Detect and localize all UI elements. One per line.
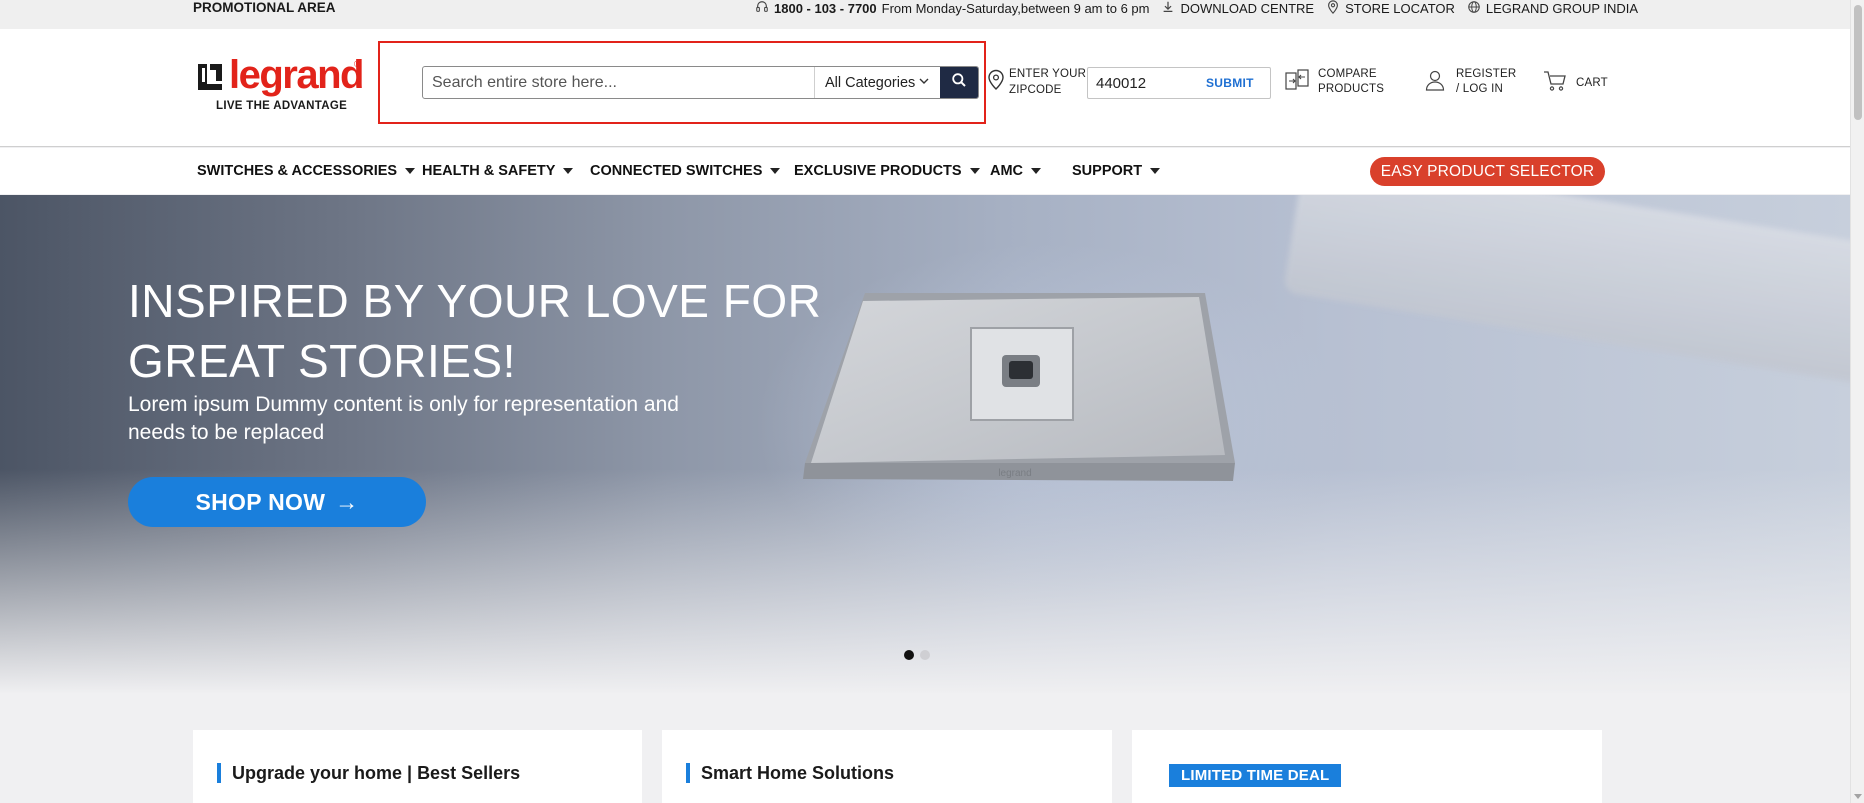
top-bar: PROMOTIONAL AREA 1800 - 103 - 7700 From … — [0, 0, 1864, 29]
site-header: legrand ® LIVE THE ADVANTAGE All Categor… — [0, 29, 1850, 147]
compare-products-link[interactable]: COMPARE PRODUCTS — [1284, 67, 1384, 98]
registered-mark: ® — [354, 59, 361, 69]
search-input[interactable] — [423, 67, 815, 98]
caret-down-icon — [770, 168, 781, 174]
zipcode-submit-button[interactable]: SUBMIT — [1206, 76, 1254, 90]
main-navigation: SWITCHES & ACCESSORIES HEALTH & SAFETY C… — [0, 148, 1850, 194]
search-bar: All Categories — [422, 66, 979, 99]
hero-title: INSPIRED BY YOUR LOVE FOR GREAT STORIES! — [128, 275, 822, 387]
svg-text:legrand: legrand — [998, 468, 1031, 479]
shop-now-button[interactable]: SHOP NOW → — [128, 477, 426, 527]
cart-link[interactable]: CART — [1542, 68, 1608, 99]
shop-now-label: SHOP NOW — [195, 488, 326, 515]
user-icon — [1422, 67, 1448, 98]
zipcode-input[interactable] — [1088, 74, 1206, 92]
limited-time-deal-badge: LIMITED TIME DEAL — [1169, 764, 1342, 787]
search-icon — [951, 72, 967, 93]
nav-item-amc[interactable]: AMC — [990, 163, 1072, 179]
scrollbar-thumb[interactable] — [1854, 5, 1862, 120]
nav-item-switches[interactable]: SWITCHES & ACCESSORIES — [197, 163, 422, 179]
group-india-link[interactable]: LEGRAND GROUP INDIA — [1467, 0, 1638, 17]
store-locator-link[interactable]: STORE LOCATOR — [1326, 0, 1455, 17]
nav-items: SWITCHES & ACCESSORIES HEALTH & SAFETY C… — [197, 148, 1162, 194]
best-sellers-card: Upgrade your home | Best Sellers — [193, 730, 642, 803]
cart-label: CART — [1576, 77, 1608, 89]
logo-tagline: LIVE THE ADVANTAGE — [216, 100, 348, 112]
download-icon — [1161, 0, 1175, 17]
promotional-area: PROMOTIONAL AREA — [193, 0, 336, 15]
hero-subtitle: Lorem ipsum Dummy content is only for re… — [128, 393, 679, 444]
caret-down-icon — [1150, 168, 1161, 174]
hero-background-object — [1282, 195, 1850, 393]
scroll-down-arrow-icon[interactable] — [1854, 794, 1862, 799]
register-login-label: REGISTER / LOG IN — [1456, 68, 1517, 95]
smart-home-card: Smart Home Solutions — [662, 730, 1112, 803]
nav-item-support[interactable]: SUPPORT — [1072, 163, 1162, 179]
hero-banner: legrand INSPIRED BY YOUR LOVE FOR GREAT … — [0, 195, 1850, 693]
caret-down-icon — [969, 168, 980, 174]
headset-icon — [755, 0, 769, 17]
caret-down-icon — [1031, 168, 1042, 174]
chevron-down-icon — [918, 75, 930, 91]
caret-down-icon — [563, 168, 574, 174]
smart-home-title: Smart Home Solutions — [686, 763, 894, 783]
compare-products-label: COMPARE PRODUCTS — [1318, 68, 1385, 95]
easy-product-selector-button[interactable]: EASY PRODUCT SELECTOR — [1370, 157, 1605, 186]
download-centre-label: DOWNLOAD CENTRE — [1180, 0, 1315, 16]
nav-item-health-safety[interactable]: HEALTH & SAFETY — [422, 163, 590, 179]
helpline: 1800 - 103 - 7700 From Monday-Saturday,b… — [755, 0, 1149, 17]
top-bar-links: 1800 - 103 - 7700 From Monday-Saturday,b… — [755, 0, 1638, 16]
helpline-hours: From Monday-Saturday,between 9 am to 6 p… — [881, 0, 1150, 16]
group-india-label: LEGRAND GROUP INDIA — [1485, 0, 1639, 16]
arrow-right-icon: → — [335, 488, 359, 515]
nav-item-exclusive-products[interactable]: EXCLUSIVE PRODUCTS — [794, 163, 990, 179]
carousel-dot-2[interactable] — [920, 650, 930, 660]
nav-item-connected-switches[interactable]: CONNECTED SWITCHES — [590, 163, 794, 179]
register-login-link[interactable]: REGISTER / LOG IN — [1422, 67, 1516, 98]
category-select-value: All Categories — [825, 74, 916, 91]
cart-icon — [1542, 68, 1568, 99]
store-locator-label: STORE LOCATOR — [1345, 0, 1455, 16]
page-scrollbar[interactable] — [1850, 0, 1864, 803]
zipcode-label-group: ENTER YOUR ZIPCODE — [987, 66, 1086, 98]
limited-deal-card: LIMITED TIME DEAL — [1132, 730, 1602, 803]
switch-plate-image: legrand — [803, 293, 1235, 481]
compare-icon — [1284, 67, 1310, 98]
logo-mark-icon — [196, 62, 224, 92]
location-pin-icon — [987, 66, 1005, 96]
helpline-number[interactable]: 1800 - 103 - 7700 — [774, 1, 877, 16]
search-button[interactable] — [940, 67, 978, 98]
best-sellers-title: Upgrade your home | Best Sellers — [217, 763, 520, 783]
logo-wordmark: legrand — [229, 53, 364, 97]
category-select[interactable]: All Categories — [815, 67, 940, 98]
legrand-logo[interactable]: legrand ® LIVE THE ADVANTAGE — [196, 53, 366, 143]
zipcode-box: SUBMIT — [1087, 67, 1271, 99]
caret-down-icon — [405, 168, 416, 174]
carousel-dots — [904, 650, 930, 660]
location-pin-icon — [1326, 0, 1340, 17]
download-centre-link[interactable]: DOWNLOAD CENTRE — [1161, 0, 1314, 17]
zipcode-label: ENTER YOUR ZIPCODE — [1009, 68, 1087, 96]
carousel-dot-1[interactable] — [904, 650, 914, 660]
globe-icon — [1467, 0, 1481, 17]
